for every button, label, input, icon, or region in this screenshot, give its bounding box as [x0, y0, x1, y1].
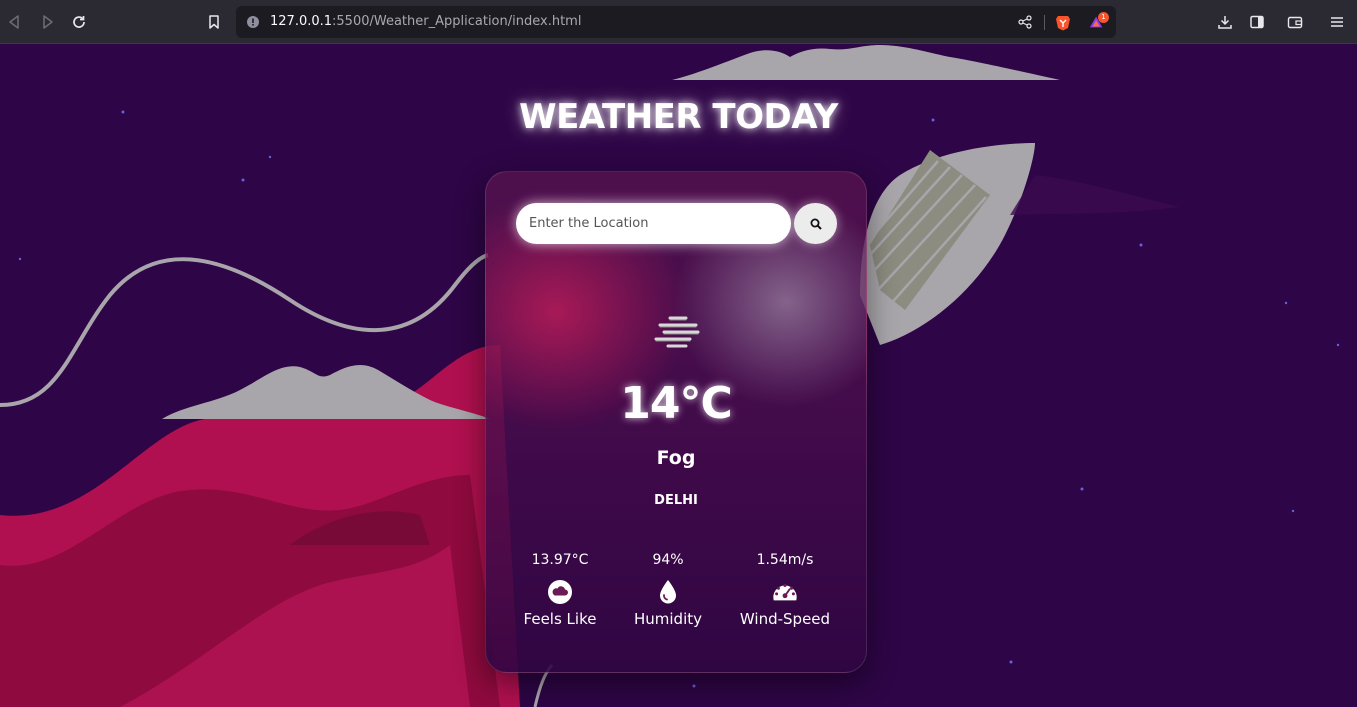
search-icon [810, 218, 822, 230]
downloads-button[interactable] [1214, 11, 1236, 33]
humidity-stat: 94% Humidity [608, 552, 728, 628]
page-title: WEATHER TODAY [519, 97, 838, 137]
reload-icon [73, 16, 85, 28]
bookmark-icon [209, 15, 219, 29]
brave-shields-icon[interactable] [1055, 14, 1071, 30]
weather-condition: Fog [656, 447, 696, 469]
hamburger-icon [1331, 17, 1343, 27]
search-button[interactable] [794, 203, 837, 244]
feels-like-stat: 13.97°C Feels Like [500, 552, 620, 628]
browser-toolbar: 127.0.0.1:5500/Weather_Application/index… [0, 0, 1357, 44]
download-icon [1218, 16, 1232, 29]
feels-like-label: Feels Like [523, 610, 597, 628]
sidebar-button[interactable] [1246, 11, 1268, 33]
bookmark-button[interactable] [203, 11, 225, 33]
humidity-value: 94% [652, 552, 684, 568]
wallet-icon [1287, 16, 1303, 29]
url-text[interactable]: 127.0.0.1:5500/Weather_Application/index… [270, 14, 581, 29]
site-info-icon[interactable] [245, 14, 261, 30]
address-bar[interactable]: 127.0.0.1:5500/Weather_Application/index… [236, 6, 1116, 38]
location-search-input[interactable] [516, 203, 791, 244]
url-host: 127.0.0.1 [270, 14, 333, 29]
url-divider [1044, 15, 1045, 30]
weather-card: 14°C Fog DELHI 13.97°C Feels Like 94% Hu… [485, 171, 867, 673]
droplet-icon [654, 578, 682, 606]
reload-button[interactable] [68, 11, 90, 33]
wind-speed-label: Wind-Speed [739, 610, 831, 628]
page-viewport: WEATHER TODAY 14°C Fog DELHI 13.97°C [0, 45, 1357, 707]
forward-button[interactable] [36, 11, 58, 33]
menu-button[interactable] [1326, 11, 1348, 33]
feels-like-value: 13.97°C [531, 552, 589, 568]
temperature: 14°C [620, 378, 733, 429]
cloud-icon [546, 578, 574, 606]
sidebar-icon [1250, 15, 1264, 29]
wind-speed-value: 1.54m/s [756, 552, 814, 568]
city-name: DELHI [654, 493, 698, 508]
humidity-label: Humidity [633, 610, 702, 628]
wind-speed-stat: 1.54m/s Wind-Speed [725, 552, 845, 628]
fog-icon [652, 314, 702, 348]
rewards-badge: 1 [1098, 12, 1109, 23]
url-path: :5500/Weather_Application/index.html [332, 14, 582, 29]
share-icon[interactable] [1017, 14, 1033, 30]
speedometer-icon [771, 578, 799, 606]
wallet-button[interactable] [1284, 11, 1306, 33]
forward-arrow-icon [43, 15, 53, 29]
back-button[interactable] [4, 11, 26, 33]
back-arrow-icon [9, 15, 19, 29]
